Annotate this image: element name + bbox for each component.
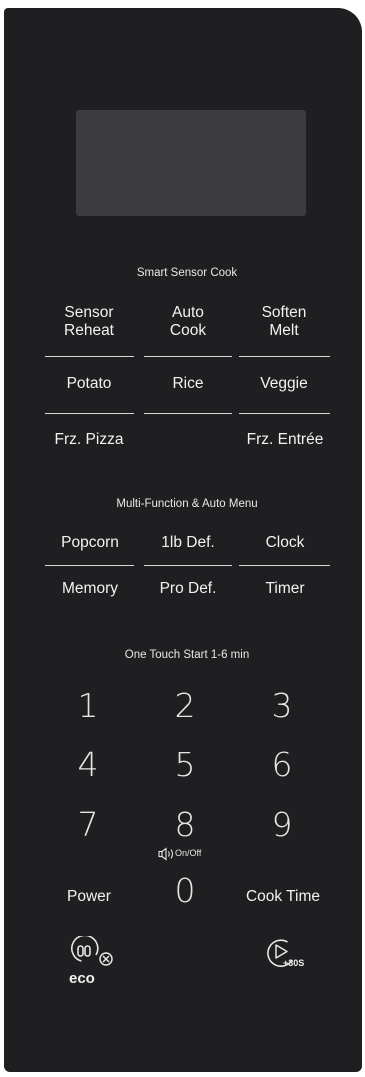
digit-2-button[interactable]: 2 <box>175 686 196 725</box>
frz-pizza-button[interactable]: Frz. Pizza <box>55 431 124 449</box>
1lb-defrost-button[interactable]: 1lb Def. <box>161 534 214 552</box>
potato-button[interactable]: Potato <box>67 375 112 393</box>
divider <box>45 413 134 414</box>
auto-cook-button[interactable]: Auto Cook <box>170 304 206 340</box>
section-title-smart-sensor: Smart Sensor Cook <box>136 267 238 279</box>
veggie-button[interactable]: Veggie <box>260 375 307 393</box>
digit-0-button[interactable]: 0 <box>175 871 196 910</box>
section-title-multi-function: Multi-Function & Auto Menu <box>116 498 258 510</box>
power-button[interactable]: Power <box>67 888 111 906</box>
digit-4-button[interactable]: 4 <box>78 745 99 784</box>
section-title-one-touch: One Touch Start 1-6 min <box>124 649 250 661</box>
digit-7-button[interactable]: 7 <box>78 805 99 844</box>
timer-button[interactable]: Timer <box>265 580 304 598</box>
divider <box>239 565 330 566</box>
memory-button[interactable]: Memory <box>62 580 118 598</box>
clock-button[interactable]: Clock <box>266 534 305 552</box>
digit-6-button[interactable]: 6 <box>272 745 293 784</box>
soften-melt-button[interactable]: Soften Melt <box>262 304 307 340</box>
eco-icon <box>71 936 113 966</box>
divider <box>144 413 232 414</box>
digit-5-button[interactable]: 5 <box>175 745 196 784</box>
divider <box>45 356 134 357</box>
digit-3-button[interactable]: 3 <box>272 686 293 725</box>
digit-9-button[interactable]: 9 <box>272 805 293 844</box>
start-plus-30s-button[interactable]: +30S <box>265 936 307 972</box>
sound-toggle-label: On/Off <box>158 847 228 861</box>
display-screen <box>76 110 306 216</box>
plus-30s-label: +30S <box>283 958 305 968</box>
digit-1-button[interactable]: 1 <box>78 686 99 725</box>
eco-button[interactable]: eco <box>66 936 118 988</box>
eco-label: eco <box>69 970 95 987</box>
cook-time-button[interactable]: Cook Time <box>246 888 320 906</box>
frz-entree-button[interactable]: Frz. Entrée <box>247 431 324 449</box>
pro-defrost-button[interactable]: Pro Def. <box>160 580 217 598</box>
sensor-reheat-button[interactable]: Sensor Reheat <box>64 304 114 340</box>
popcorn-button[interactable]: Popcorn <box>61 534 119 552</box>
rice-button[interactable]: Rice <box>172 375 203 393</box>
divider <box>144 356 232 357</box>
sound-on-off-label: On/Off <box>175 848 202 858</box>
divider <box>45 565 134 566</box>
divider <box>239 356 330 357</box>
divider <box>239 413 330 414</box>
divider <box>144 565 232 566</box>
digit-8-button[interactable]: 8 <box>175 805 196 844</box>
